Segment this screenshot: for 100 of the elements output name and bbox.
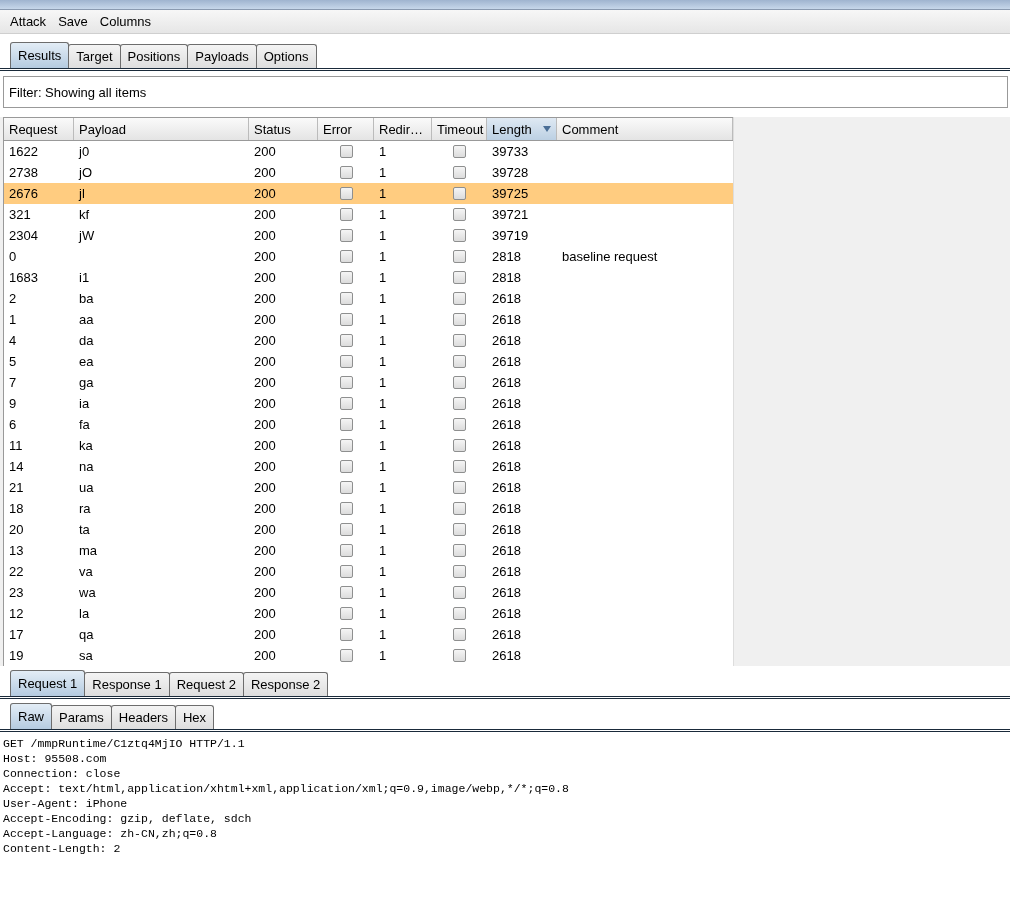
checkbox[interactable] — [339, 355, 353, 368]
checkbox[interactable] — [453, 292, 466, 305]
filter-bar[interactable]: Filter: Showing all items — [3, 76, 1008, 108]
checkbox[interactable] — [339, 292, 353, 305]
tab[interactable]: Positions — [119, 44, 189, 68]
checkbox[interactable] — [339, 439, 353, 452]
checkbox[interactable] — [339, 145, 353, 158]
tab[interactable]: Headers — [110, 705, 176, 729]
tab[interactable]: Results — [10, 42, 70, 68]
checkbox[interactable] — [339, 628, 353, 641]
table-row[interactable]: 23 wa 200 1 2618 — [4, 582, 733, 603]
table-row[interactable]: 9 ia 200 1 2618 — [4, 393, 733, 414]
table-row[interactable]: 1 aa 200 1 2618 — [4, 309, 733, 330]
tab[interactable]: Response 1 — [84, 672, 170, 696]
checkbox[interactable] — [453, 628, 466, 641]
table-row[interactable]: 5 ea 200 1 2618 — [4, 351, 733, 372]
column-header[interactable]: Status — [249, 118, 318, 140]
column-header[interactable]: Length — [487, 118, 557, 140]
checkbox[interactable] — [339, 397, 353, 410]
checkbox[interactable] — [453, 187, 466, 200]
checkbox[interactable] — [453, 229, 466, 242]
checkbox[interactable] — [339, 649, 353, 662]
request-text-line: Accept: text/html,application/xhtml+xml,application/xml;q=0.9,image/webp,*/*;q=0.8 — [3, 781, 570, 796]
column-header[interactable]: Error — [318, 118, 374, 140]
checkbox[interactable] — [453, 502, 466, 515]
checkbox[interactable] — [453, 355, 466, 368]
checkbox[interactable] — [339, 334, 353, 347]
checkbox[interactable] — [339, 481, 353, 494]
table-row[interactable]: 2738 jO 200 1 39728 — [4, 162, 733, 183]
table-row[interactable]: 22 va 200 1 2618 — [4, 561, 733, 582]
table-row[interactable]: 0 200 1 2818 baseline request — [4, 246, 733, 267]
checkbox[interactable] — [339, 229, 353, 242]
tab[interactable]: Hex — [174, 705, 215, 729]
checkbox[interactable] — [339, 271, 353, 284]
checkbox[interactable] — [453, 271, 466, 284]
table-row[interactable]: 1622 j0 200 1 39733 — [4, 141, 733, 162]
tab[interactable]: Payloads — [187, 44, 257, 68]
table-row[interactable]: 21 ua 200 1 2618 — [4, 477, 733, 498]
checkbox[interactable] — [339, 313, 353, 326]
checkbox[interactable] — [339, 544, 353, 557]
checkbox[interactable] — [453, 460, 466, 473]
tab[interactable]: Params — [51, 705, 112, 729]
checkbox[interactable] — [453, 334, 466, 347]
checkbox[interactable] — [453, 607, 466, 620]
checkbox[interactable] — [339, 376, 353, 389]
table-row[interactable]: 12 la 200 1 2618 — [4, 603, 733, 624]
checkbox[interactable] — [453, 649, 466, 662]
checkbox[interactable] — [339, 586, 353, 599]
checkbox[interactable] — [453, 418, 466, 431]
checkbox[interactable] — [339, 565, 353, 578]
checkbox[interactable] — [453, 250, 466, 263]
table-row[interactable]: 20 ta 200 1 2618 — [4, 519, 733, 540]
checkbox[interactable] — [453, 565, 466, 578]
checkbox[interactable] — [339, 523, 353, 536]
checkbox[interactable] — [453, 586, 466, 599]
tab[interactable]: Options — [255, 44, 317, 68]
checkbox[interactable] — [339, 208, 353, 221]
table-row[interactable]: 6 fa 200 1 2618 — [4, 414, 733, 435]
table-row[interactable]: 1683 i1 200 1 2818 — [4, 267, 733, 288]
tab[interactable]: Target — [68, 44, 121, 68]
checkbox[interactable] — [339, 460, 353, 473]
checkbox[interactable] — [339, 418, 353, 431]
table-row[interactable]: 2304 jW 200 1 39719 — [4, 225, 733, 246]
table-row[interactable]: 14 na 200 1 2618 — [4, 456, 733, 477]
table-row[interactable]: 17 qa 200 1 2618 — [4, 624, 733, 645]
checkbox[interactable] — [453, 481, 466, 494]
table-row[interactable]: 19 sa 200 1 2618 — [4, 645, 733, 666]
checkbox[interactable] — [453, 313, 466, 326]
table-row[interactable]: 18 ra 200 1 2618 — [4, 498, 733, 519]
checkbox[interactable] — [339, 187, 353, 200]
column-header[interactable]: Redir… — [374, 118, 432, 140]
menu-item[interactable]: Save — [52, 14, 94, 29]
table-row[interactable]: 11 ka 200 1 2618 — [4, 435, 733, 456]
menu-item[interactable]: Attack — [4, 14, 53, 29]
checkbox[interactable] — [453, 376, 466, 389]
checkbox[interactable] — [453, 439, 466, 452]
column-header[interactable]: Payload — [74, 118, 249, 140]
table-row[interactable]: 13 ma 200 1 2618 — [4, 540, 733, 561]
tab[interactable]: Raw — [10, 703, 52, 729]
table-row[interactable]: 321 kf 200 1 39721 — [4, 204, 733, 225]
column-header[interactable]: Comment — [557, 118, 733, 140]
tab[interactable]: Request 2 — [168, 672, 244, 696]
checkbox[interactable] — [453, 208, 466, 221]
checkbox[interactable] — [453, 145, 466, 158]
menu-item[interactable]: Columns — [93, 14, 158, 29]
tab[interactable]: Request 1 — [10, 670, 86, 696]
checkbox[interactable] — [339, 250, 353, 263]
checkbox[interactable] — [339, 607, 353, 620]
tab[interactable]: Response 2 — [242, 672, 329, 696]
checkbox[interactable] — [453, 397, 466, 410]
column-header[interactable]: Request — [4, 118, 74, 140]
checkbox[interactable] — [453, 166, 466, 179]
checkbox[interactable] — [339, 166, 353, 179]
checkbox[interactable] — [453, 544, 466, 557]
table-row[interactable]: 2 ba 200 1 2618 — [4, 288, 733, 309]
table-row[interactable]: 7 ga 200 1 2618 — [4, 372, 733, 393]
checkbox[interactable] — [339, 502, 353, 515]
checkbox[interactable] — [453, 523, 466, 536]
table-row[interactable]: 4 da 200 1 2618 — [4, 330, 733, 351]
table-row[interactable]: 2676 jl 200 1 39725 — [4, 183, 733, 204]
